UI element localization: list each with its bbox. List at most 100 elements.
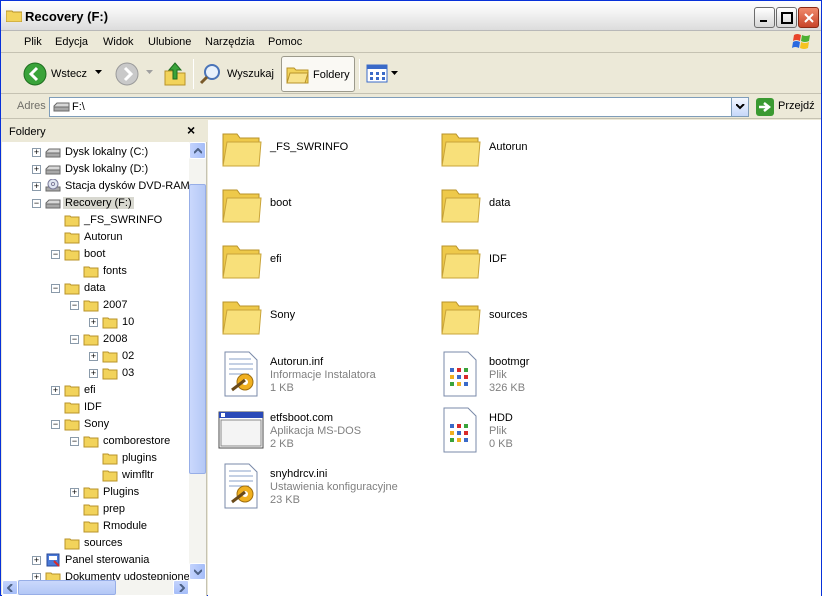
scroll-thumb[interactable]	[189, 184, 206, 474]
horizontal-scrollbar[interactable]	[2, 580, 189, 595]
title-bar[interactable]: Recovery (F:)	[1, 1, 821, 31]
folder-icon	[64, 419, 80, 431]
file-tile[interactable]: HDD Plik 0 KB	[431, 404, 641, 456]
folder-icon	[102, 470, 118, 482]
menu-file[interactable]: Plik	[24, 36, 42, 48]
folder-tile[interactable]: Autorun	[431, 124, 641, 176]
folder-pane-title: Foldery	[9, 126, 46, 138]
folder-tile[interactable]: IDF	[431, 236, 641, 288]
drive-icon	[45, 148, 61, 158]
expand-icon[interactable]: +	[70, 488, 79, 497]
minimize-button[interactable]	[754, 7, 775, 28]
folder-tile[interactable]: data	[431, 180, 641, 232]
expand-icon[interactable]: +	[32, 165, 41, 174]
tree-item-label: Autorun	[84, 231, 123, 243]
folder-tile[interactable]: _FS_SWRINFO	[212, 124, 422, 176]
file-type: Plik	[489, 369, 507, 381]
menu-edit[interactable]: Edycja	[55, 36, 88, 48]
search-button[interactable]: Wyszukaj	[227, 68, 274, 80]
search-icon[interactable]	[199, 62, 223, 86]
folder-icon	[83, 300, 99, 312]
up-folder-icon[interactable]	[163, 61, 187, 87]
back-button[interactable]: Wstecz	[51, 68, 87, 80]
chevron-down-icon	[736, 104, 745, 110]
back-dropdown-icon[interactable]	[95, 70, 103, 76]
tree-item-label: wimfltr	[122, 469, 154, 481]
folder-tile[interactable]: Sony	[212, 292, 422, 344]
views-icon[interactable]	[366, 64, 390, 84]
folder-pane-close-button[interactable]: ×	[187, 122, 195, 138]
folder-icon	[83, 504, 99, 516]
tree-item-label: Dysk lokalny (D:)	[65, 163, 149, 175]
expand-icon[interactable]: +	[32, 148, 41, 157]
folder-tile[interactable]: efi	[212, 236, 422, 288]
menu-view[interactable]: Widok	[103, 36, 134, 48]
tree-item-label: Dysk lokalny (C:)	[65, 146, 149, 158]
collapse-icon[interactable]: −	[70, 437, 79, 446]
file-type: Ustawienia konfiguracyjne	[270, 481, 398, 493]
file-size: 326 KB	[489, 382, 526, 394]
menu-favorites[interactable]: Ulubione	[148, 36, 191, 48]
file-tile[interactable]: Autorun.inf Informacje Instalatora 1 KB	[212, 348, 422, 400]
collapse-icon[interactable]: −	[51, 250, 60, 259]
tree-item-label: Panel sterowania	[65, 554, 150, 566]
folder-icon	[102, 368, 118, 380]
collapse-icon[interactable]: −	[32, 199, 41, 208]
horizontal-scroll-thumb[interactable]	[18, 580, 116, 595]
folder-icon	[83, 334, 99, 346]
file-name: data	[489, 197, 511, 209]
expand-icon[interactable]: +	[32, 556, 41, 565]
file-name: efi	[270, 253, 282, 265]
scroll-right-button[interactable]	[173, 580, 189, 595]
expand-icon[interactable]: +	[89, 369, 98, 378]
window-title: Recovery (F:)	[25, 9, 109, 24]
file-name: Autorun	[489, 141, 528, 153]
file-name: boot	[270, 197, 292, 209]
address-bar: Adres F:\ Przejdź	[1, 95, 821, 119]
folder-icon	[83, 266, 99, 278]
scroll-down-button[interactable]	[189, 563, 206, 580]
folder-tile[interactable]: boot	[212, 180, 422, 232]
menu-help[interactable]: Pomoc	[268, 36, 302, 48]
folder-icon	[64, 385, 80, 397]
tree-item-label: 2008	[103, 333, 128, 345]
collapse-icon[interactable]: −	[70, 301, 79, 310]
collapse-icon[interactable]: −	[51, 284, 60, 293]
views-dropdown-icon[interactable]	[391, 71, 399, 77]
collapse-icon[interactable]: −	[70, 335, 79, 344]
folder-icon	[102, 351, 118, 363]
folders-button[interactable]: Foldery	[281, 56, 355, 92]
vertical-scrollbar[interactable]	[189, 142, 206, 580]
scroll-left-button[interactable]	[2, 580, 18, 595]
go-label[interactable]: Przejdź	[778, 100, 815, 112]
tree-item-label: 03	[122, 367, 135, 379]
scroll-up-button[interactable]	[189, 142, 206, 159]
file-name: snyhdrcv.ini	[270, 468, 328, 480]
collapse-icon[interactable]: −	[51, 420, 60, 429]
folder-tile[interactable]: sources	[431, 292, 641, 344]
folder-icon	[64, 402, 80, 414]
file-tile[interactable]: etfsboot.com Aplikacja MS-DOS 2 KB	[212, 404, 422, 456]
forward-arrow-icon[interactable]	[115, 62, 139, 86]
go-button[interactable]	[756, 98, 774, 116]
expand-icon[interactable]: +	[89, 352, 98, 361]
folder-icon	[64, 249, 80, 261]
expand-icon[interactable]: +	[89, 318, 98, 327]
folder-icon	[83, 521, 99, 533]
drive-icon	[45, 165, 61, 175]
back-arrow-icon[interactable]	[23, 62, 47, 86]
close-button[interactable]	[798, 7, 819, 28]
tree-item-label: Rmodule	[103, 520, 148, 532]
file-tile[interactable]: snyhdrcv.ini Ustawienia konfiguracyjne 23 …	[212, 460, 422, 512]
expand-icon[interactable]: +	[32, 182, 41, 191]
forward-dropdown-icon[interactable]	[146, 70, 154, 76]
expand-icon[interactable]: +	[51, 386, 60, 395]
file-tile[interactable]: bootmgr Plik 326 KB	[431, 348, 641, 400]
menu-tools[interactable]: Narzędzia	[205, 36, 255, 48]
setup-file-icon	[224, 351, 258, 397]
maximize-button[interactable]	[776, 7, 797, 28]
generic-file-icon	[443, 351, 477, 397]
address-label: Adres	[17, 100, 46, 112]
address-input[interactable]: F:\	[49, 97, 749, 117]
address-dropdown-button[interactable]	[731, 98, 748, 116]
